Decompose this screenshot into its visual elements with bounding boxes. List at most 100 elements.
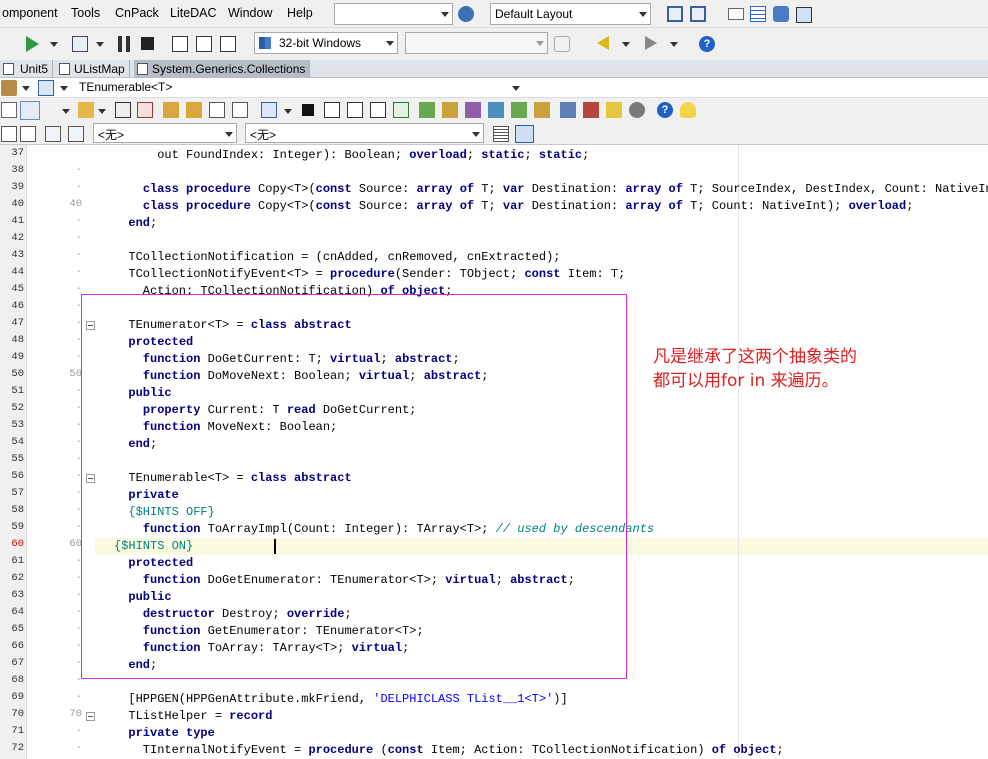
cnpack-tool-3-icon[interactable] [465,102,481,118]
line-number: 45 [11,283,24,295]
scope-combo-2[interactable]: <无> [245,123,484,143]
forward-icon[interactable] [645,36,657,50]
layout-combo[interactable]: Default Layout [490,3,651,25]
align-list-icon[interactable] [493,126,509,142]
globe-icon[interactable] [458,6,474,22]
stop-debug-icon[interactable] [302,104,314,116]
line-marker: · [75,674,82,686]
cnpack-tool-5-icon[interactable] [511,102,527,118]
tip-lightbulb-icon[interactable] [680,102,696,118]
new-dropdown-icon[interactable] [62,109,70,114]
fold-toggle-icon[interactable] [86,712,95,721]
code-editor[interactable]: 37 out FoundIndex: Integer): Boolean; ov… [0,145,988,759]
cnpack-tool-1-icon[interactable] [419,102,435,118]
toggle-form-icon[interactable] [20,101,40,120]
code-line[interactable]: class procedure Copy<T>(const Source: ar… [114,198,914,215]
unit-file-icon [3,63,14,75]
code-line[interactable]: out FoundIndex: Integer): Boolean; overl… [114,147,589,164]
back-icon[interactable] [597,36,609,50]
code-line[interactable]: TCollectionNotifyEvent<T> = procedure(Se… [114,266,625,283]
menu-window[interactable]: Window [228,6,272,20]
structure-icon[interactable] [38,80,54,96]
line-number: 70 [11,708,24,720]
cnpack-tool-8-icon[interactable] [583,102,599,118]
intf-icon[interactable] [45,126,61,142]
code-line[interactable]: TListHelper = record [114,708,272,725]
trace-into-icon[interactable] [172,36,188,52]
step-over-2-icon[interactable] [347,102,363,118]
proc-list-icon[interactable] [1,126,17,142]
uses-unit-icon[interactable] [20,126,36,142]
open-project-icon[interactable] [163,102,179,118]
set-debug-desktop-icon[interactable] [690,6,706,22]
scope-combo-1[interactable]: <无> [93,123,237,143]
cnpack-tool-6-icon[interactable] [534,102,550,118]
sort-list-icon[interactable] [515,125,534,143]
menu-help[interactable]: Help [287,6,313,20]
calendar-icon[interactable] [750,6,766,22]
config-combo[interactable] [405,32,548,54]
structure-dropdown-icon[interactable] [60,86,68,91]
help-icon[interactable]: ? [699,36,715,52]
save-desktop-icon[interactable] [667,6,683,22]
save-all-icon[interactable] [137,102,153,118]
mail-icon[interactable] [728,8,744,20]
code-line[interactable]: private type [114,725,214,742]
stop-icon[interactable] [141,37,154,50]
platform-combo[interactable]: 32-bit Windows [254,32,398,54]
tab-ulistmap[interactable]: UListMap [56,60,130,78]
cnpack-tool-2-icon[interactable] [442,102,458,118]
cnpack-tool-4-icon[interactable] [488,102,504,118]
code-line[interactable]: TInternalNotifyEvent = procedure (const … [114,742,784,759]
pause-icon[interactable] [118,36,130,52]
tab-system-generics-collections[interactable]: System.Generics.Collections [134,60,311,78]
view-dropdown-icon[interactable] [284,109,292,114]
screen-icon[interactable] [796,7,812,23]
code-line[interactable]: TCollectionNotification = (cnAdded, cnRe… [114,249,560,266]
menu-litedac[interactable]: LiteDAC [170,6,217,20]
code-line[interactable]: [HPPGEN(HPPGenAttribute.mkFriend, 'DELPH… [114,691,567,708]
back-dropdown-icon[interactable] [622,42,630,47]
add-file-icon[interactable] [186,102,202,118]
step-over-icon[interactable] [196,36,212,52]
menu-cnpack[interactable]: CnPack [115,6,159,20]
code-line[interactable]: class procedure Copy<T>(const Source: ar… [114,181,988,198]
chat-icon[interactable] [773,6,789,22]
run-to-return-icon[interactable] [393,102,409,118]
view-unit-icon[interactable] [232,102,248,118]
cnpack-tool-9-icon[interactable] [606,102,622,118]
view-form-icon[interactable] [261,102,277,118]
cnpack-tool-7-icon[interactable] [560,102,576,118]
line-marker: 60 [69,538,82,550]
refresh-icon[interactable] [554,36,570,52]
menu-component[interactable]: omponent [2,6,58,20]
forward-dropdown-icon[interactable] [670,42,678,47]
impl-icon[interactable] [68,126,84,142]
help-2-icon[interactable]: ? [657,102,673,118]
menu-tools[interactable]: Tools [71,6,100,20]
new-icon[interactable] [1,102,17,118]
tab-unit5[interactable]: Unit5 [0,60,54,78]
run-dropdown-icon[interactable] [50,42,58,47]
settings-icon[interactable] [629,102,645,118]
run-icon[interactable] [26,36,39,52]
run-without-debug-icon[interactable] [72,36,88,52]
line-number: 66 [11,640,24,652]
code-line[interactable]: end; [114,215,157,232]
remove-file-icon[interactable] [209,102,225,118]
bookmark-icon[interactable] [1,80,17,96]
class-selector-dropdown-icon[interactable] [512,86,520,91]
scope-combo-1-value: <无> [98,128,125,142]
step-icon[interactable] [324,102,340,118]
open-icon[interactable] [78,102,94,118]
run-without-debug-dropdown-icon[interactable] [96,42,104,47]
run-to-cursor-icon[interactable] [220,36,236,52]
save-icon[interactable] [115,102,131,118]
search-combo[interactable] [334,3,453,25]
trace-icon[interactable] [370,102,386,118]
class-selector[interactable]: TEnumerable<T> [79,80,172,94]
class-bar: TEnumerable<T> [0,78,988,98]
bookmark-dropdown-icon[interactable] [22,86,30,91]
line-marker: · [75,572,82,584]
open-dropdown-icon[interactable] [98,109,106,114]
